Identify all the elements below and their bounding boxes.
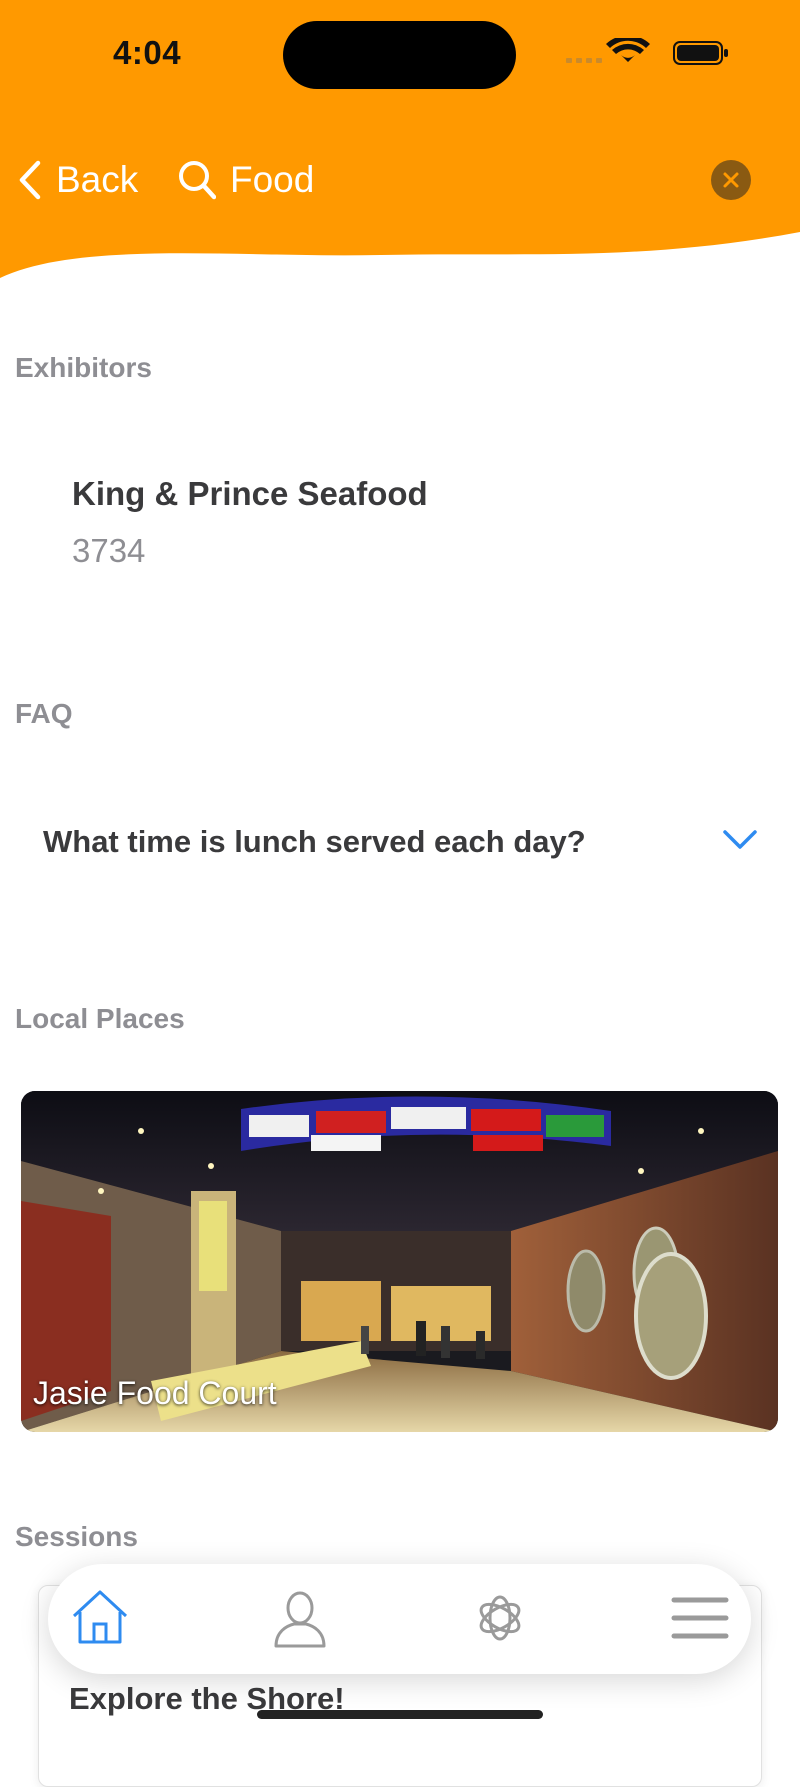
dynamic-island	[283, 21, 516, 89]
tab-profile[interactable]	[268, 1586, 332, 1650]
tab-ai-assistant[interactable]	[468, 1586, 532, 1650]
tab-menu[interactable]	[668, 1586, 732, 1650]
search-query: Food	[230, 159, 315, 200]
back-button[interactable]: Back	[18, 152, 138, 208]
exhibitor-booth: 3734	[72, 532, 146, 569]
close-icon	[723, 172, 739, 188]
tab-bar	[48, 1564, 751, 1674]
chevron-left-icon	[19, 160, 41, 200]
wifi-icon	[606, 35, 650, 62]
section-title-local-places: Local Places	[15, 1003, 185, 1034]
battery-icon	[673, 41, 728, 65]
local-place-card[interactable]: Jasie Food Court	[21, 1091, 778, 1432]
faq-item[interactable]: What time is lunch served each day?	[0, 800, 800, 888]
place-name: Jasie Food Court	[33, 1375, 277, 1411]
section-title-faq: FAQ	[15, 698, 73, 729]
tab-home[interactable]	[68, 1586, 132, 1650]
faq-question: What time is lunch served each day?	[43, 824, 586, 859]
home-indicator	[257, 1710, 543, 1719]
profile-icon	[274, 1591, 326, 1648]
status-time: 4:04	[113, 34, 182, 71]
clear-search-button[interactable]	[711, 160, 751, 200]
search-field[interactable]: Food	[178, 152, 314, 208]
header: 4:04 Back Food	[0, 0, 800, 290]
chevron-down-icon	[723, 830, 757, 849]
back-label: Back	[56, 159, 139, 200]
section-title-exhibitors: Exhibitors	[15, 352, 152, 383]
cellular-signal-icon	[566, 58, 602, 63]
home-icon	[72, 1590, 128, 1644]
search-icon	[179, 161, 216, 200]
section-title-sessions: Sessions	[15, 1521, 138, 1552]
ai-assistant-icon	[479, 1595, 521, 1641]
menu-icon	[671, 1597, 729, 1639]
exhibitor-name: King & Prince Seafood	[72, 475, 428, 512]
status-indicators	[566, 35, 732, 68]
